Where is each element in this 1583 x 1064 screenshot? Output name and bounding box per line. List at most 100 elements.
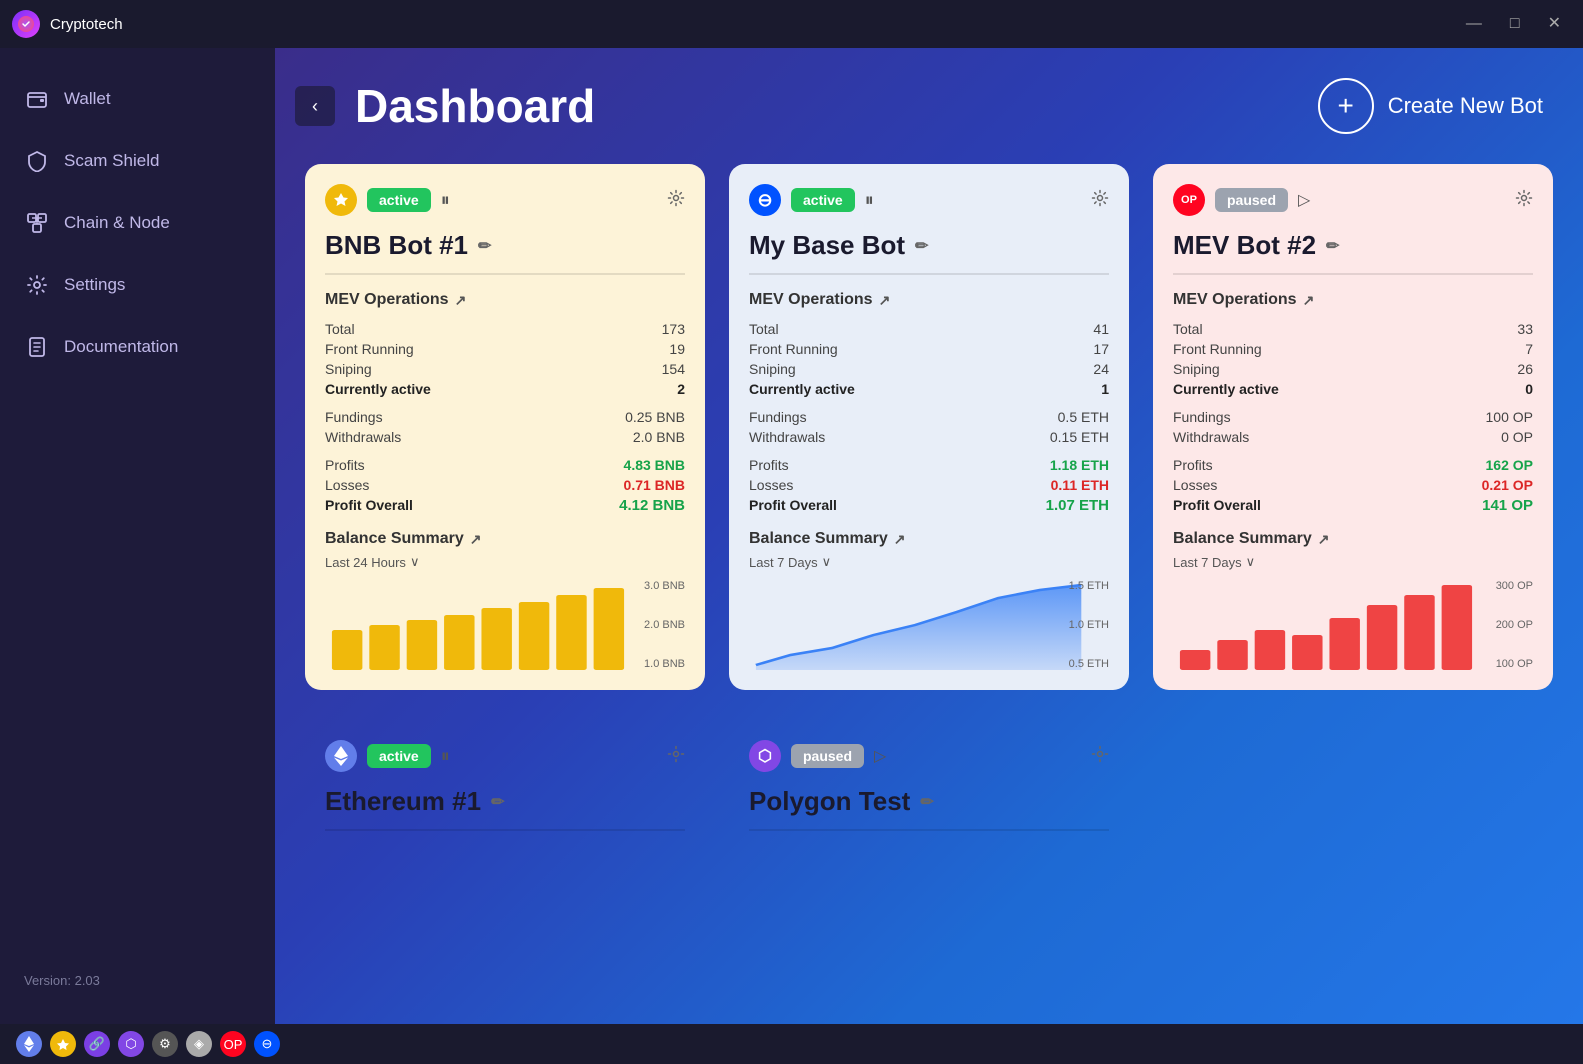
chain-node-icon bbox=[24, 210, 50, 236]
chart-labels-base: 1.5 ETH 1.0 ETH 0.5 ETH bbox=[1061, 580, 1109, 670]
edit-icon-bnb[interactable]: ✏ bbox=[478, 236, 491, 256]
card-header-mev: OP paused ▷ bbox=[1173, 184, 1533, 216]
stat-total-base: Total41 bbox=[749, 319, 1109, 339]
bot-card-polygon-test: ⬡ paused ▷ Polygon Test ✏ bbox=[729, 720, 1129, 850]
close-button[interactable]: ✕ bbox=[1538, 12, 1571, 36]
statusbar-icon-base: ⊖ bbox=[254, 1031, 280, 1057]
chevron-down-icon-bnb: ∨ bbox=[410, 554, 420, 570]
bot-card-mev-bot-2: OP paused ▷ MEV Bot #2 ✏ MEV Operations … bbox=[1153, 164, 1553, 690]
stat-fundings-mev: Fundings100 OP bbox=[1173, 407, 1533, 427]
statusbar-icon-bnb bbox=[50, 1031, 76, 1057]
stat-withdrawals-base: Withdrawals0.15 ETH bbox=[749, 427, 1109, 447]
balance-title-bnb: Balance Summary ↗ bbox=[325, 530, 685, 548]
stats-base: Total41 Front Running17 Sniping24 Curren… bbox=[749, 319, 1109, 516]
create-new-label: Create New Bot bbox=[1388, 93, 1543, 119]
bot-name-mev: MEV Bot #2 ✏ bbox=[1173, 230, 1533, 275]
stat-active-mev: Currently active0 bbox=[1173, 379, 1533, 399]
card-settings-eth[interactable] bbox=[667, 745, 685, 768]
status-badge-base: active bbox=[791, 188, 855, 212]
status-badge-mev: paused bbox=[1215, 188, 1288, 212]
settings-icon bbox=[24, 272, 50, 298]
chevron-down-icon-base: ∨ bbox=[822, 554, 832, 570]
create-new-circle-icon: + bbox=[1318, 78, 1374, 134]
stat-frontrunning-mev: Front Running7 bbox=[1173, 339, 1533, 359]
stat-sniping-bnb: Sniping154 bbox=[325, 359, 685, 379]
external-link-mev[interactable]: ↗ bbox=[1303, 292, 1315, 309]
play-icon-poly[interactable]: ▷ bbox=[874, 746, 886, 766]
maximize-button[interactable]: □ bbox=[1500, 12, 1530, 36]
chart-labels-mev: 300 OP 200 OP 100 OP bbox=[1488, 580, 1533, 670]
balance-section-mev: Balance Summary ↗ Last 7 Days ∨ bbox=[1173, 530, 1533, 670]
mev-section-base: MEV Operations ↗ bbox=[749, 291, 1109, 309]
chart-mev: 300 OP 200 OP 100 OP bbox=[1173, 580, 1533, 670]
status-badge-poly: paused bbox=[791, 744, 864, 768]
card-settings-bnb[interactable] bbox=[667, 189, 685, 212]
chevron-down-icon-mev: ∨ bbox=[1246, 554, 1256, 570]
stat-fundings-base: Fundings0.5 ETH bbox=[749, 407, 1109, 427]
poly-chain-icon: ⬡ bbox=[749, 740, 781, 772]
chart-bnb: 3.0 BNB 2.0 BNB 1.0 BNB bbox=[325, 580, 685, 670]
bot-cards-grid: active ⏸ BNB Bot #1 ✏ MEV Operations ↗ bbox=[275, 154, 1583, 720]
time-filter-mev[interactable]: Last 7 Days ∨ bbox=[1173, 554, 1533, 570]
statusbar-icon-link: 🔗 bbox=[84, 1031, 110, 1057]
minimize-button[interactable]: — bbox=[1456, 12, 1492, 36]
sidebar-item-documentation[interactable]: Documentation bbox=[0, 316, 275, 378]
app-title: Cryptotech bbox=[50, 16, 1456, 33]
stat-profits-base: Profits1.18 ETH bbox=[749, 455, 1109, 475]
play-icon-mev[interactable]: ▷ bbox=[1298, 190, 1310, 210]
edit-icon-mev[interactable]: ✏ bbox=[1326, 236, 1339, 256]
edit-icon-eth[interactable]: ✏ bbox=[491, 792, 504, 812]
sidebar-item-chain-node[interactable]: Chain & Node bbox=[0, 192, 275, 254]
eth-chain-icon bbox=[325, 740, 357, 772]
edit-icon-base[interactable]: ✏ bbox=[915, 236, 928, 256]
window-controls: — □ ✕ bbox=[1456, 12, 1571, 36]
stats-bnb: Total173 Front Running19 Sniping154 Curr… bbox=[325, 319, 685, 516]
statusbar-icon-op: OP bbox=[220, 1031, 246, 1057]
stat-withdrawals-bnb: Withdrawals2.0 BNB bbox=[325, 427, 685, 447]
stat-fundings-bnb: Fundings0.25 BNB bbox=[325, 407, 685, 427]
external-link-base[interactable]: ↗ bbox=[879, 292, 891, 309]
shield-icon bbox=[24, 148, 50, 174]
statusbar-icon-poly: ⬡ bbox=[118, 1031, 144, 1057]
edit-icon-poly[interactable]: ✏ bbox=[920, 792, 933, 812]
bot-name-bnb: BNB Bot #1 ✏ bbox=[325, 230, 685, 275]
sidebar-item-wallet[interactable]: Wallet bbox=[0, 68, 275, 130]
bot-card-bnb-bot-1: active ⏸ BNB Bot #1 ✏ MEV Operations ↗ bbox=[305, 164, 705, 690]
balance-external-bnb[interactable]: ↗ bbox=[470, 531, 482, 548]
balance-external-base[interactable]: ↗ bbox=[894, 531, 906, 548]
back-button[interactable]: ‹ bbox=[295, 86, 335, 126]
create-new-bot-button[interactable]: + Create New Bot bbox=[1318, 78, 1543, 134]
card-header-poly: ⬡ paused ▷ bbox=[749, 740, 1109, 772]
base-chain-icon: ⊖ bbox=[749, 184, 781, 216]
stat-sniping-mev: Sniping26 bbox=[1173, 359, 1533, 379]
main-layout: Wallet Scam Shield Chain & Node bbox=[0, 48, 1583, 1024]
external-link-bnb[interactable]: ↗ bbox=[455, 292, 467, 309]
balance-section-base: Balance Summary ↗ Last 7 Days ∨ bbox=[749, 530, 1109, 670]
mev-section-bnb: MEV Operations ↗ bbox=[325, 291, 685, 309]
stat-overall-mev: Profit Overall141 OP bbox=[1173, 495, 1533, 516]
pause-icon-eth[interactable]: ⏸ bbox=[441, 746, 450, 767]
time-filter-base[interactable]: Last 7 Days ∨ bbox=[749, 554, 1109, 570]
balance-external-mev[interactable]: ↗ bbox=[1318, 531, 1330, 548]
sidebar-item-settings[interactable]: Settings bbox=[0, 254, 275, 316]
pause-icon-bnb[interactable]: ⏸ bbox=[441, 190, 450, 211]
stat-overall-base: Profit Overall1.07 ETH bbox=[749, 495, 1109, 516]
dashboard-header: ‹ Dashboard + Create New Bot bbox=[275, 48, 1583, 154]
status-badge-eth: active bbox=[367, 744, 431, 768]
stat-losses-base: Losses0.11 ETH bbox=[749, 475, 1109, 495]
titlebar: Cryptotech — □ ✕ bbox=[0, 0, 1583, 48]
card-settings-poly[interactable] bbox=[1091, 745, 1109, 768]
time-filter-bnb[interactable]: Last 24 Hours ∨ bbox=[325, 554, 685, 570]
card-settings-base[interactable] bbox=[1091, 189, 1109, 212]
card-settings-mev[interactable] bbox=[1515, 189, 1533, 212]
balance-section-bnb: Balance Summary ↗ Last 24 Hours ∨ bbox=[325, 530, 685, 670]
bot-name-poly: Polygon Test ✏ bbox=[749, 786, 1109, 831]
statusbar-icon-eth bbox=[16, 1031, 42, 1057]
stat-total-mev: Total33 bbox=[1173, 319, 1533, 339]
statusbar-icon-settings: ⚙ bbox=[152, 1031, 178, 1057]
statusbar-icon-misc1: ◈ bbox=[186, 1031, 212, 1057]
sidebar-item-scam-shield[interactable]: Scam Shield bbox=[0, 130, 275, 192]
stat-profits-bnb: Profits4.83 BNB bbox=[325, 455, 685, 475]
pause-icon-base[interactable]: ⏸ bbox=[865, 190, 874, 211]
card-header-base: ⊖ active ⏸ bbox=[749, 184, 1109, 216]
